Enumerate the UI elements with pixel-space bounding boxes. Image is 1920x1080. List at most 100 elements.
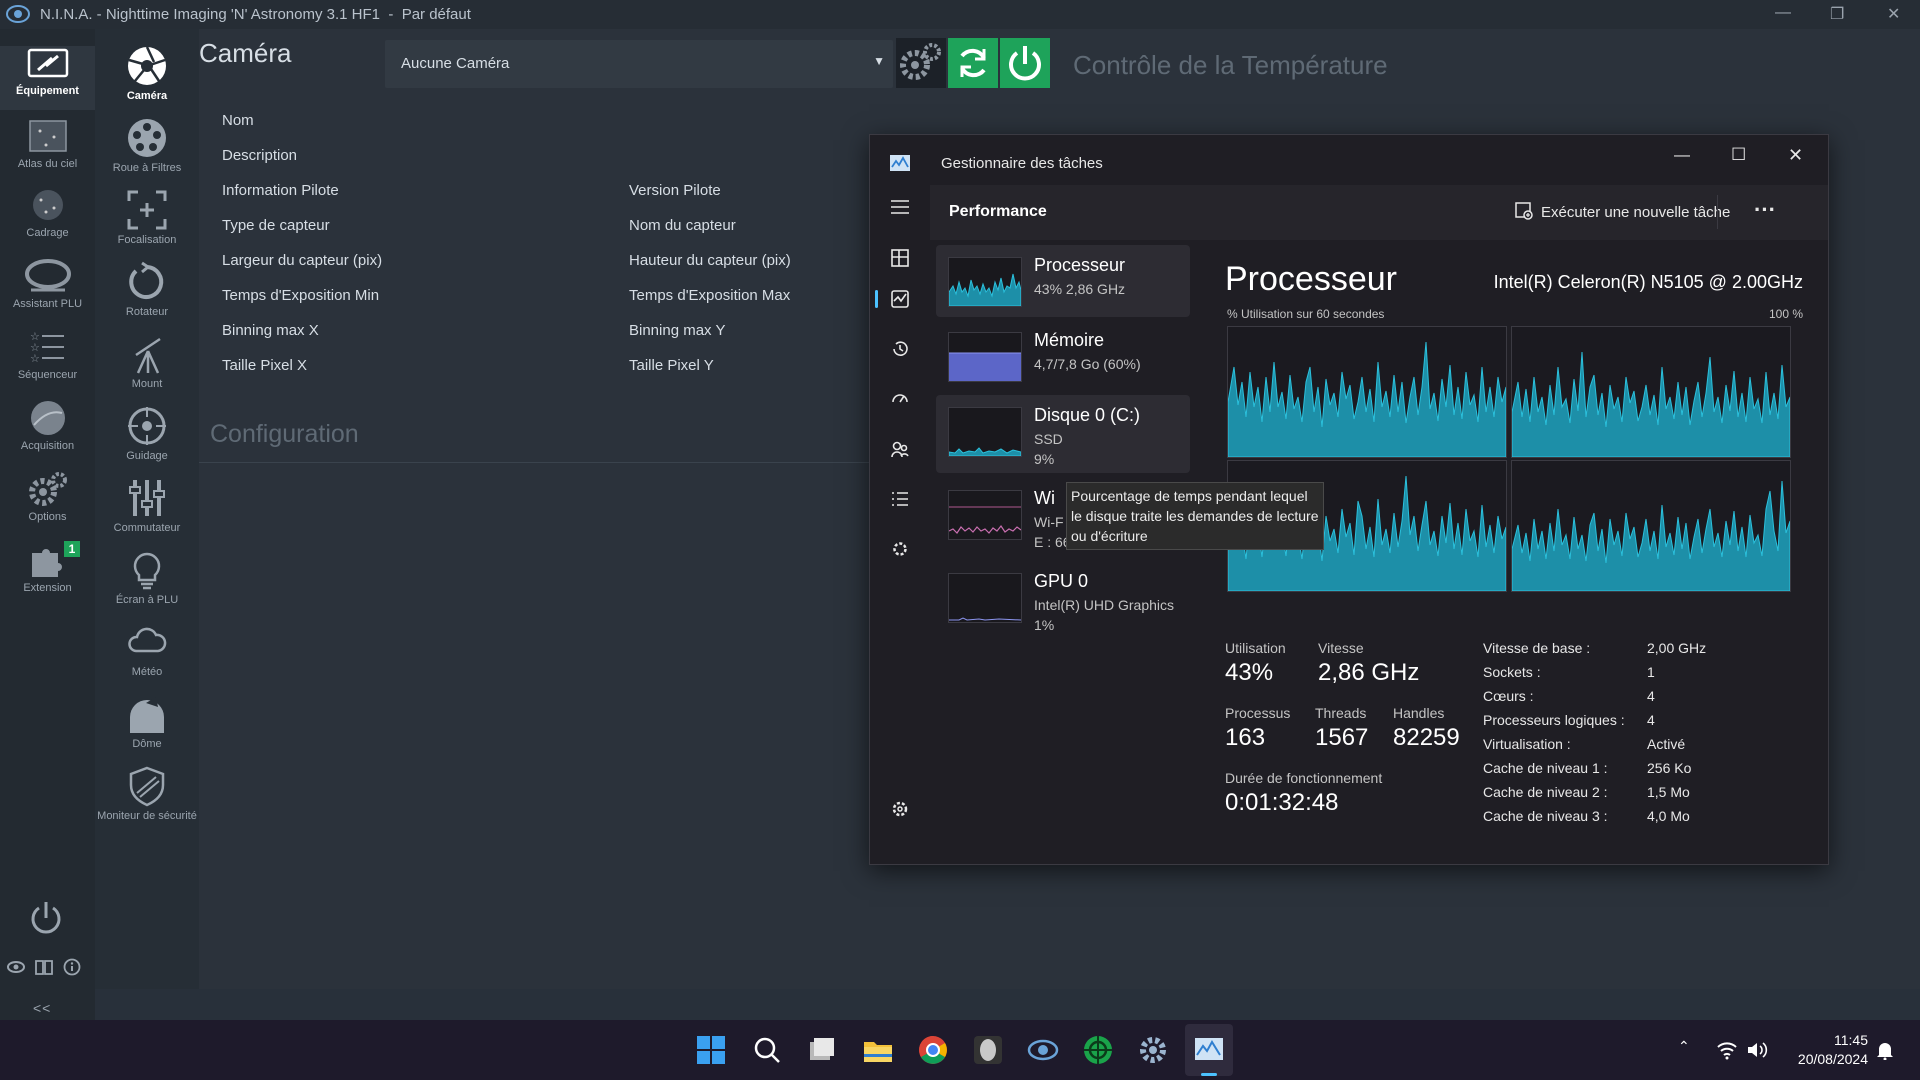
run-new-task-label: Exécuter une nouvelle tâche bbox=[1541, 204, 1731, 221]
camera-aperture-icon bbox=[128, 46, 166, 85]
wifi-icon[interactable] bbox=[1716, 1040, 1738, 1060]
chrome-icon[interactable] bbox=[915, 1032, 951, 1068]
resource-cpu[interactable]: Processeur 43% 2,86 GHz bbox=[936, 245, 1190, 317]
volume-icon[interactable] bbox=[1746, 1040, 1768, 1060]
nav-dome[interactable]: Dôme bbox=[95, 693, 199, 750]
hamburger-menu-icon[interactable] bbox=[890, 199, 910, 215]
stat-label: Processus bbox=[1225, 705, 1291, 721]
task-view-icon[interactable] bbox=[804, 1032, 840, 1068]
about-info-icon[interactable] bbox=[62, 958, 82, 976]
details-list-icon[interactable] bbox=[891, 490, 909, 508]
filter-wheel-icon bbox=[128, 119, 166, 157]
nav-guider[interactable]: Guidage bbox=[95, 405, 199, 462]
tm-minimize-button[interactable]: — bbox=[1674, 147, 1690, 165]
rescan-devices-button[interactable] bbox=[948, 38, 998, 88]
tm-close-button[interactable]: ✕ bbox=[1788, 145, 1803, 166]
nav-label: Caméra bbox=[126, 90, 168, 102]
nav-label: Focalisation bbox=[117, 234, 177, 246]
power-icon[interactable] bbox=[27, 899, 65, 937]
services-icon[interactable] bbox=[891, 540, 909, 558]
camera-settings-button[interactable] bbox=[896, 38, 946, 88]
prop-label: Nom du capteur bbox=[629, 217, 736, 234]
sidebar-item-imaging[interactable]: Acquisition bbox=[0, 399, 95, 452]
notification-bell-icon[interactable] bbox=[1876, 1040, 1894, 1060]
cpu-core-graph bbox=[1511, 460, 1791, 592]
users-icon[interactable] bbox=[891, 440, 909, 458]
tm-maximize-button[interactable]: ☐ bbox=[1731, 145, 1746, 165]
performance-icon[interactable] bbox=[891, 290, 909, 308]
nav-camera[interactable]: Caméra bbox=[95, 45, 199, 102]
sidebar-item-equipment[interactable]: Équipement bbox=[0, 46, 95, 110]
spec-label: Vitesse de base : bbox=[1483, 640, 1591, 656]
more-options-button[interactable]: ··· bbox=[1754, 197, 1776, 223]
nav-switch[interactable]: Commutateur bbox=[95, 477, 199, 534]
close-button[interactable]: ✕ bbox=[1887, 4, 1900, 24]
sidebar-item-flat-wizard[interactable]: Assistant PLU bbox=[0, 257, 95, 310]
nav-weather[interactable]: Météo bbox=[95, 621, 199, 678]
restore-button[interactable]: ❐ bbox=[1830, 4, 1844, 24]
sidebar-item-plugins[interactable]: Extension 1 bbox=[0, 541, 95, 594]
sidebar-item-options[interactable]: Options bbox=[0, 470, 95, 523]
resource-name: GPU 0 bbox=[1034, 571, 1089, 591]
phd2-guiding-icon[interactable] bbox=[1080, 1032, 1116, 1068]
nav-rotator[interactable]: Rotateur bbox=[95, 261, 199, 318]
nav-focuser[interactable]: Focalisation bbox=[95, 189, 199, 246]
collapse-sidebar-button[interactable]: << bbox=[33, 1000, 51, 1016]
settings-gear-icon[interactable] bbox=[1135, 1032, 1171, 1068]
app-history-icon[interactable] bbox=[891, 340, 909, 358]
refresh-icon bbox=[960, 48, 986, 78]
nav-label: Moniteur de sécurité bbox=[97, 810, 197, 822]
sequencer-icon: ☆☆☆ bbox=[30, 330, 64, 365]
nav-flat-panel[interactable]: Écran à PLU bbox=[95, 549, 199, 606]
camera-selector[interactable]: Aucune Caméra ▼ bbox=[385, 40, 893, 88]
sidebar-item-sky-atlas[interactable]: Atlas du ciel bbox=[0, 117, 95, 170]
minimize-button[interactable]: — bbox=[1775, 4, 1791, 22]
resource-gpu[interactable]: GPU 0 Intel(R) UHD Graphics 1% bbox=[936, 561, 1190, 639]
spec-value: 1 bbox=[1647, 664, 1655, 680]
nina-taskbar-icon[interactable] bbox=[1025, 1032, 1061, 1068]
sidebar-item-sequencer[interactable]: ☆ ☆ ☆ Séquenceur bbox=[0, 328, 95, 381]
eye-icon[interactable] bbox=[6, 958, 26, 976]
windows-start-icon[interactable] bbox=[693, 1032, 729, 1068]
run-new-task-button[interactable]: Exécuter une nouvelle tâche bbox=[1515, 202, 1730, 221]
equipment-nav: Caméra Roue à Filtres Focalisation Rotat… bbox=[95, 29, 199, 989]
nav-label: Commutateur bbox=[113, 522, 181, 534]
manual-book-icon[interactable] bbox=[34, 958, 54, 976]
sidebar-item-label: Cadrage bbox=[26, 227, 69, 239]
spec-label: Sockets : bbox=[1483, 664, 1541, 680]
nav-filter-wheel[interactable]: Roue à Filtres bbox=[95, 117, 199, 174]
prop-label: Type de capteur bbox=[222, 217, 330, 234]
status-bar bbox=[95, 989, 1920, 1020]
sidebar-item-framing[interactable]: Cadrage bbox=[0, 186, 95, 239]
flat-panel-bulb-icon bbox=[133, 552, 161, 590]
nav-mount[interactable]: Mount bbox=[95, 333, 199, 390]
clock-date: 20/08/2024 bbox=[1797, 1051, 1868, 1067]
resource-disk[interactable]: Disque 0 (C:) SSD 9% bbox=[936, 395, 1190, 473]
task-manager-taskbar-button[interactable] bbox=[1185, 1024, 1233, 1076]
nav-safety-monitor[interactable]: Moniteur de sécurité bbox=[95, 765, 199, 822]
sidebar-item-label: Séquenceur bbox=[17, 369, 78, 381]
svg-text:☆: ☆ bbox=[30, 352, 40, 365]
cpu-core-graph bbox=[1511, 326, 1791, 458]
astro-app-icon[interactable] bbox=[970, 1032, 1006, 1068]
task-manager-window: Gestionnaire des tâches — ☐ ✕ Performanc… bbox=[869, 134, 1829, 865]
search-icon[interactable] bbox=[749, 1032, 785, 1068]
sidebar-item-label: Atlas du ciel bbox=[17, 158, 78, 170]
nav-label: Dôme bbox=[132, 738, 162, 750]
stat-label: Utilisation bbox=[1225, 640, 1286, 656]
weather-cloud-icon bbox=[128, 627, 167, 653]
connect-button[interactable] bbox=[1000, 38, 1050, 88]
startup-apps-icon[interactable] bbox=[891, 390, 909, 408]
focuser-icon bbox=[127, 190, 167, 230]
tm-cpu-detail: Processeur Intel(R) Celeron(R) N5105 @ 2… bbox=[1192, 240, 1828, 864]
processes-icon[interactable] bbox=[891, 249, 909, 267]
spec-label: Cache de niveau 3 : bbox=[1483, 808, 1608, 824]
file-explorer-icon[interactable] bbox=[860, 1032, 896, 1068]
prop-label: Hauteur du capteur (pix) bbox=[629, 252, 791, 269]
stat-processes: 163 bbox=[1225, 724, 1266, 751]
resource-memory[interactable]: Mémoire 4,7/7,8 Go (60%) bbox=[936, 320, 1190, 392]
resource-detail: Intel(R) UHD Graphics bbox=[1034, 597, 1175, 613]
settings-gear-icon[interactable] bbox=[891, 800, 909, 818]
show-hidden-icons-chevron-icon[interactable]: ⌃ bbox=[1678, 1038, 1690, 1055]
taskbar-clock[interactable]: 11:45 20/08/2024 bbox=[1798, 1031, 1868, 1069]
